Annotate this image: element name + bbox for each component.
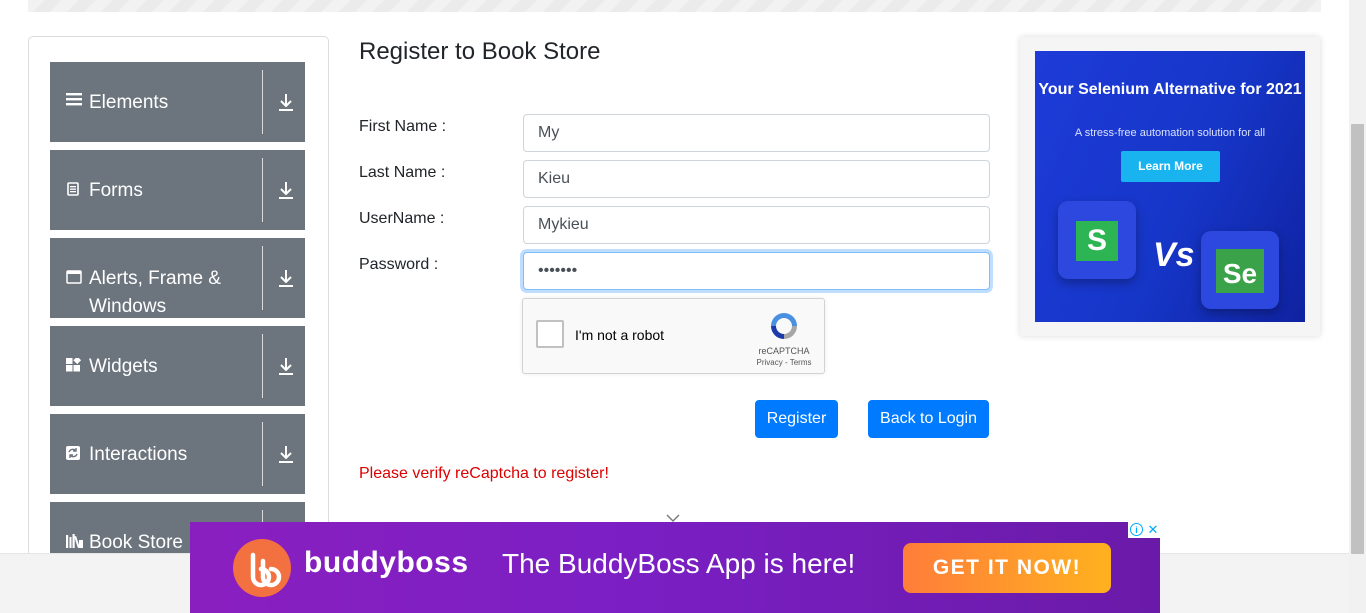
- document-icon: [66, 182, 80, 201]
- divider: [262, 246, 263, 310]
- recaptcha-brand: reCAPTCHA: [758, 346, 810, 356]
- window-icon: [66, 270, 82, 289]
- buddyboss-logo-icon: [233, 539, 291, 597]
- logo-letters: Se: [1216, 249, 1264, 293]
- page-title: Register to Book Store: [359, 38, 601, 65]
- group-label: Interactions: [89, 444, 188, 465]
- captcha-error-message: Please verify reCaptcha to register!: [359, 465, 609, 482]
- last-name-label: Last Name :: [359, 164, 446, 181]
- ad-message: The BuddyBoss App is here!: [502, 548, 856, 579]
- left-panel: Elements Forms Alerts, Frame & Windows W…: [28, 36, 329, 566]
- download-icon[interactable]: [278, 92, 294, 112]
- group-label: Widgets: [89, 356, 158, 377]
- download-icon[interactable]: [278, 356, 294, 376]
- group-label: Elements: [89, 92, 169, 113]
- recaptcha-logo-icon: [767, 309, 801, 343]
- download-icon[interactable]: [278, 268, 294, 288]
- password-label: Password :: [359, 256, 439, 273]
- group-interactions[interactable]: Interactions: [50, 414, 305, 494]
- scrollbar-thumb[interactable]: [1351, 124, 1364, 554]
- ad-title: Your Selenium Alternative for 2021: [1038, 81, 1302, 98]
- katalon-logo-icon: S: [1058, 201, 1136, 279]
- username-label: UserName :: [359, 210, 445, 227]
- recaptcha-label: I'm not a robot: [575, 327, 665, 343]
- right-ad[interactable]: Your Selenium Alternative for 2021 A str…: [1020, 37, 1320, 336]
- get-it-now-button[interactable]: GET IT NOW!: [903, 543, 1111, 593]
- download-icon[interactable]: [278, 180, 294, 200]
- username-input[interactable]: [523, 206, 990, 244]
- group-alerts[interactable]: Alerts, Frame & Windows: [50, 238, 305, 318]
- back-to-login-button[interactable]: Back to Login: [868, 400, 989, 438]
- close-icon[interactable]: ✕: [1146, 522, 1160, 538]
- ad-banner[interactable]: Your Selenium Alternative for 2021 A str…: [1035, 51, 1305, 322]
- divider: [262, 334, 263, 398]
- download-icon[interactable]: [278, 444, 294, 464]
- divider: [262, 422, 263, 486]
- first-name-label: First Name :: [359, 118, 447, 135]
- password-input[interactable]: [523, 252, 990, 290]
- top-banner: [28, 0, 1321, 12]
- logo-letter: S: [1076, 221, 1118, 261]
- recaptcha-widget: I'm not a robot reCAPTCHA Privacy - Term…: [522, 298, 825, 374]
- scrollbar[interactable]: [1349, 0, 1366, 613]
- recaptcha-checkbox[interactable]: [536, 320, 564, 348]
- group-label: Alerts, Frame & Windows: [89, 268, 221, 317]
- recaptcha-links[interactable]: Privacy - Terms: [749, 358, 819, 367]
- selenium-logo-icon: Se: [1201, 231, 1279, 309]
- group-widgets[interactable]: Widgets: [50, 326, 305, 406]
- ad-brand: buddyboss: [304, 546, 469, 579]
- hamburger-icon: [66, 91, 82, 112]
- interactions-icon: [66, 446, 80, 465]
- divider: [262, 70, 263, 134]
- info-icon[interactable]: i: [1130, 523, 1143, 536]
- divider: [262, 158, 263, 222]
- group-elements[interactable]: Elements: [50, 62, 305, 142]
- register-button[interactable]: Register: [755, 400, 838, 438]
- widgets-icon: [66, 356, 82, 378]
- books-icon: [66, 534, 84, 553]
- bottom-ad[interactable]: buddyboss The BuddyBoss App is here! GET…: [190, 522, 1160, 613]
- group-forms[interactable]: Forms: [50, 150, 305, 230]
- ad-subtitle: A stress-free automation solution for al…: [1074, 127, 1266, 139]
- group-label: Forms: [89, 180, 143, 201]
- adchoices[interactable]: i ✕: [1128, 522, 1160, 538]
- first-name-input[interactable]: [523, 114, 990, 152]
- vs-text: Vs: [1153, 236, 1195, 274]
- last-name-input[interactable]: [523, 160, 990, 198]
- learn-more-button[interactable]: Learn More: [1121, 151, 1220, 182]
